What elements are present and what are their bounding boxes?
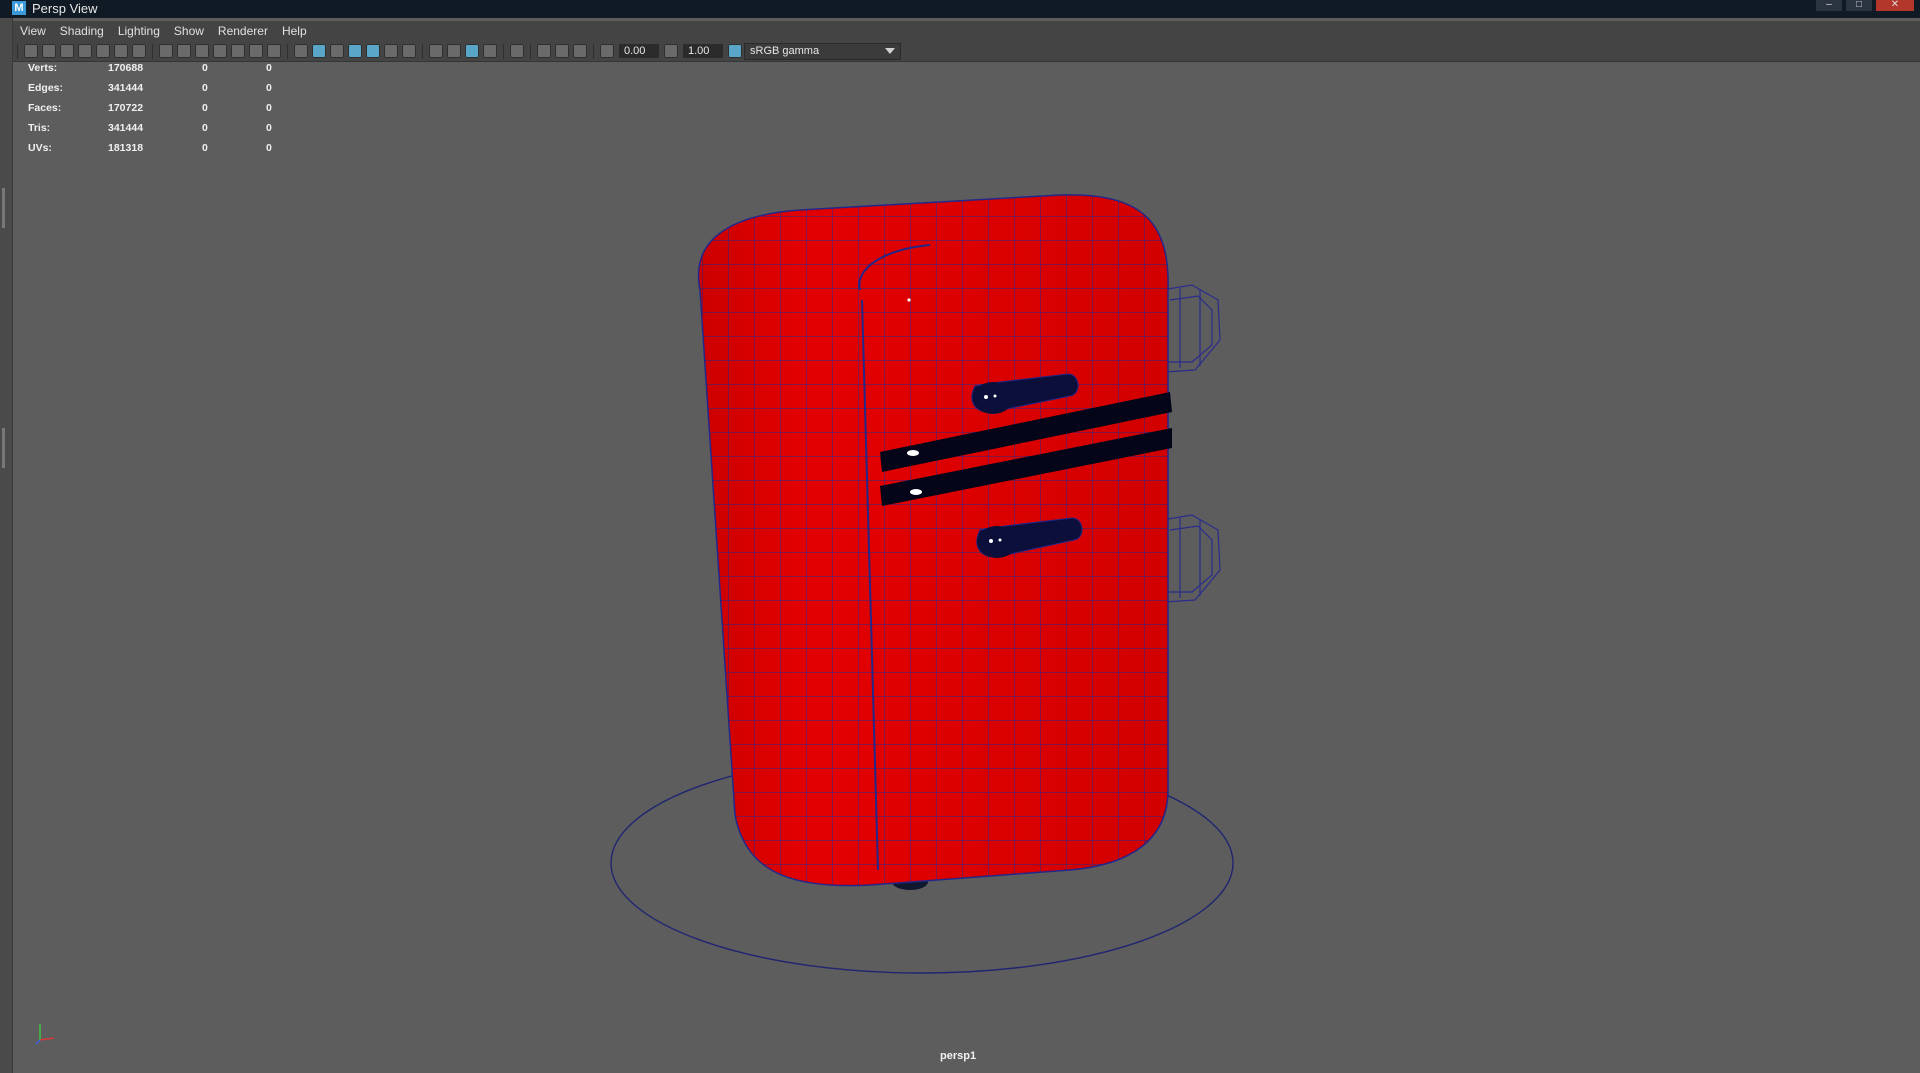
viewport-canvas[interactable] bbox=[0, 0, 1920, 1073]
view-axis-icon bbox=[35, 1024, 55, 1045]
fridge-model bbox=[697, 194, 1169, 887]
specular-highlight bbox=[907, 298, 911, 302]
camera-name-label: persp1 bbox=[940, 1050, 977, 1062]
